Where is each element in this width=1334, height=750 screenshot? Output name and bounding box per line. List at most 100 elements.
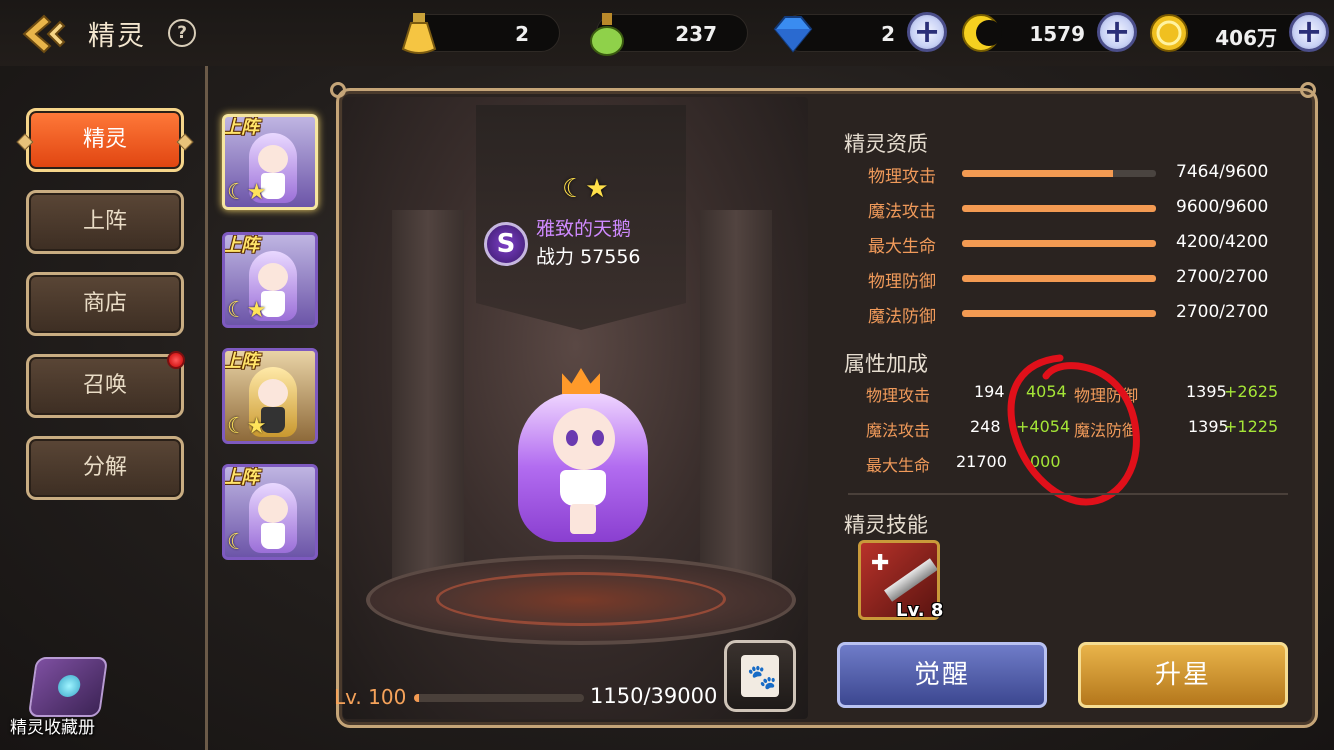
resource-gold-value: 406万: [1215, 26, 1277, 50]
nav-decompose-label: 分解: [82, 455, 127, 480]
help-icon[interactable]: ?: [168, 19, 196, 47]
bonus-add: 000: [1030, 452, 1061, 471]
skills-title: 精灵技能: [844, 513, 928, 537]
chibi-body: [261, 523, 285, 549]
quality-stat-label: 魔法防御: [868, 307, 936, 327]
deployed-badge: 上阵: [223, 351, 259, 372]
notification-dot-icon: [167, 351, 185, 369]
resource-green-potion: 237: [590, 13, 748, 56]
collection-label: 精灵收藏册: [10, 718, 95, 738]
moon-icon: ☾: [227, 530, 247, 555]
nav-summon[interactable]: 召唤: [26, 351, 185, 418]
spirit-card-1[interactable]: 上阵 ☾★: [222, 114, 318, 210]
resource-gold: 406万 +: [1150, 12, 1329, 52]
back-arrow-icon: [22, 14, 66, 54]
spirit-name: 雅致的天鹅: [536, 218, 632, 240]
collection-book-icon: [27, 657, 109, 717]
spirit-card-4[interactable]: 上阵 ☾: [222, 464, 318, 560]
bonus-add: +2625: [1224, 382, 1279, 401]
combat-power-value: 57556: [580, 246, 641, 268]
moon-star-icon: ☾★: [227, 414, 267, 439]
quality-stat-bar-fill: [962, 205, 1156, 212]
add-diamond-button[interactable]: +: [907, 12, 947, 52]
section-divider: [848, 493, 1288, 495]
exp-bar-fill: [414, 694, 419, 702]
chibi-face: [258, 145, 288, 173]
deployed-badge: 上阵: [223, 235, 259, 256]
quality-stat-bar: [962, 310, 1156, 317]
frame-corner-ornament: [1300, 82, 1316, 98]
nav-shop[interactable]: 商店: [26, 272, 184, 336]
paw-icon: 🐾: [747, 663, 777, 691]
frame-corner-ornament: [330, 82, 346, 98]
add-crescent-button[interactable]: +: [1097, 12, 1137, 52]
quality-stat-value: 9600/9600: [1176, 197, 1269, 217]
page-title: 精灵: [88, 21, 146, 52]
bonus-label: 魔法攻击: [866, 421, 931, 440]
bonus-base: 21700: [956, 452, 1007, 471]
nav-spirit-label: 精灵: [82, 127, 127, 152]
quality-stat-bar: [962, 275, 1156, 282]
spirit-card-2[interactable]: 上阵 ☾★: [222, 232, 318, 328]
resource-crescent-value: 1579: [1029, 22, 1085, 46]
spirit-star-rating: ☾★: [562, 174, 609, 204]
spirit-info-button[interactable]: 🐾: [724, 640, 796, 712]
stage-pillar: [700, 210, 772, 590]
quality-stat-bar-fill: [962, 310, 1156, 317]
nav-summon-label: 召唤: [82, 373, 127, 398]
awaken-button[interactable]: 觉醒: [837, 642, 1047, 708]
moon-star-icon: ☾★: [227, 298, 267, 323]
diamond-ornament-icon: [176, 133, 194, 151]
gold-coin-icon: [1150, 14, 1188, 52]
quality-stat-value: 2700/2700: [1176, 302, 1269, 322]
deployed-badge: 上阵: [223, 117, 259, 138]
bonus-base: 1395: [1186, 382, 1227, 401]
quality-stat-value: 2700/2700: [1176, 267, 1269, 287]
bonus-label: 物理防御: [1074, 386, 1139, 405]
nav-divider: [205, 66, 208, 750]
spirit-card-3[interactable]: 上阵 ☾★: [222, 348, 318, 444]
star-up-button[interactable]: 升星: [1078, 642, 1288, 708]
quality-stat-bar-fill: [962, 240, 1156, 247]
nav-spirit[interactable]: 精灵: [16, 108, 194, 172]
bonus-label: 物理攻击: [866, 386, 931, 405]
bonus-label: 最大生命: [866, 456, 931, 475]
nav-deploy[interactable]: 上阵: [26, 190, 184, 254]
quality-stat-bar: [962, 240, 1156, 247]
quality-stat-bar-fill: [962, 275, 1156, 282]
heal-cross-icon: ✚: [871, 551, 890, 576]
spirit-collection-button[interactable]: 精灵收藏册: [10, 655, 120, 745]
deployed-badge: 上阵: [223, 467, 259, 488]
quality-stat-value: 4200/4200: [1176, 232, 1269, 252]
bonus-base: 1395: [1188, 417, 1229, 436]
spirit-dress: [560, 470, 606, 506]
resource-green-potion-value: 237: [675, 22, 717, 46]
nav-shop-label: 商店: [82, 291, 127, 316]
nav-decompose[interactable]: 分解: [26, 436, 184, 500]
bonus-add: 4054: [1026, 382, 1067, 401]
spirit-eye: [566, 430, 578, 446]
bonus-add: +4054: [1016, 417, 1071, 436]
bonus-add: +1225: [1224, 417, 1279, 436]
combat-power: 战力 57556: [536, 242, 641, 269]
add-gold-button[interactable]: +: [1289, 12, 1329, 52]
stage-pillar: [392, 210, 464, 590]
quality-stat-value: 7464/9600: [1176, 162, 1269, 182]
bonus-base: 248: [970, 417, 1001, 436]
spirit-eye: [592, 430, 604, 446]
quality-stat-label: 最大生命: [868, 237, 936, 257]
skill-level: Lv. 8: [896, 600, 944, 621]
yellow-potion-icon: [401, 13, 437, 54]
chibi-face: [258, 495, 288, 523]
resource-diamond: 2 +: [773, 12, 947, 53]
exp-value: 1150/39000: [590, 684, 718, 708]
moon-star-icon: ☾★: [227, 180, 267, 205]
platform-rune-circle: [436, 572, 726, 626]
crescent-token-icon: [962, 14, 1002, 52]
top-bar: 精灵 ? 2 237 2 + 1579 + 406万 +: [0, 0, 1334, 66]
quality-stat-label: 物理防御: [868, 272, 936, 292]
diamond-icon: [773, 16, 813, 53]
rank-s-icon: S: [484, 222, 528, 266]
spirit-face: [553, 408, 615, 470]
back-button[interactable]: [20, 12, 68, 56]
